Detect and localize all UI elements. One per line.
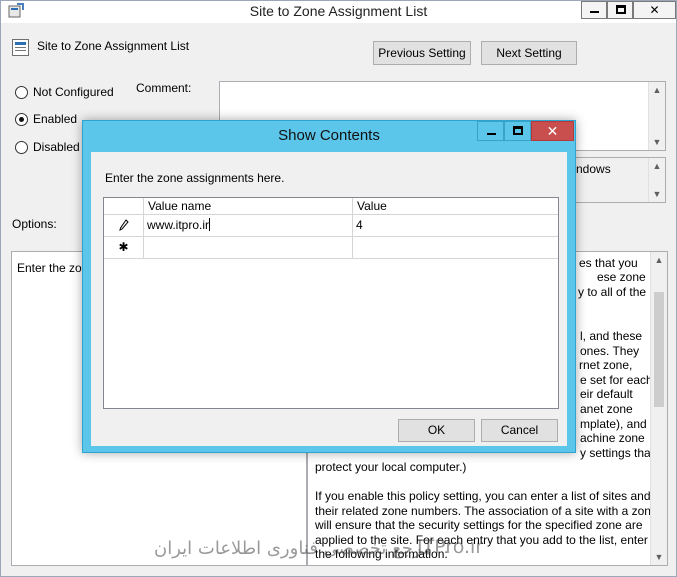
not-configured-label: Not Configured <box>33 85 114 99</box>
help-line: y to all of the <box>578 285 647 299</box>
next-setting-button[interactable]: Next Setting <box>481 41 577 65</box>
supported-on-text: ndows <box>576 162 611 176</box>
main-window: Site to Zone Assignment List ✕ Site to Z… <box>0 0 677 577</box>
close-button[interactable]: ✕ <box>633 1 676 19</box>
help-line: y settings that <box>580 446 655 460</box>
scroll-up-icon[interactable]: ▲ <box>649 158 665 174</box>
help-line: achine zone <box>580 431 645 445</box>
help-line: l, and these <box>580 329 643 343</box>
policy-name-label: Site to Zone Assignment List <box>37 39 190 53</box>
grid-corner-header <box>104 198 144 215</box>
close-icon: ✕ <box>649 3 660 17</box>
scroll-up-icon[interactable]: ▲ <box>649 82 665 98</box>
cancel-button[interactable]: Cancel <box>481 419 558 442</box>
not-configured-radio[interactable] <box>15 86 28 99</box>
enabled-label: Enabled <box>33 112 78 126</box>
previous-setting-button[interactable]: Previous Setting <box>373 41 471 65</box>
supported-scrollbar[interactable]: ▲ ▼ <box>648 158 665 202</box>
help-line: ones. They <box>580 344 640 358</box>
comment-label: Comment: <box>136 81 192 95</box>
text-caret <box>209 218 211 231</box>
row-1-value[interactable]: 4 <box>353 215 558 237</box>
help-line: ese zone <box>597 270 646 284</box>
watermark-latin: ITPro.ir <box>417 536 484 558</box>
enabled-radio[interactable] <box>15 113 28 126</box>
row-1-value-name[interactable]: www.itpro.ir <box>144 215 353 237</box>
dialog-maximize-button[interactable] <box>504 121 531 141</box>
policy-setting-icon <box>12 39 29 56</box>
help-line: rnet zone, <box>579 358 633 372</box>
new-row-value[interactable] <box>353 237 558 259</box>
help-line: their related zone numbers. The associat… <box>315 504 658 518</box>
scroll-thumb[interactable] <box>654 292 664 407</box>
maximize-button[interactable] <box>607 1 633 19</box>
help-line: will ensure that the security settings f… <box>315 518 643 532</box>
options-label: Options: <box>12 217 57 231</box>
close-icon: ✕ <box>546 123 559 139</box>
help-line: protect your local computer.) <box>315 460 467 474</box>
dialog-minimize-button[interactable] <box>477 121 504 141</box>
minimize-icon <box>590 11 599 13</box>
dialog-body: Enter the zone assignments here. Value n… <box>91 152 567 446</box>
minimize-button[interactable] <box>581 1 607 19</box>
disabled-radio[interactable] <box>15 141 28 154</box>
window-title: Site to Zone Assignment List <box>249 3 428 19</box>
ok-button[interactable]: OK <box>398 419 475 442</box>
new-row-asterisk-icon: ✱ <box>104 237 144 259</box>
comment-scrollbar[interactable]: ▲ ▼ <box>648 82 665 150</box>
help-line: If you enable this policy setting, you c… <box>315 489 651 503</box>
help-scrollbar[interactable]: ▲ ▼ <box>650 252 667 565</box>
minimize-icon <box>487 133 496 135</box>
maximize-icon <box>616 5 626 14</box>
maximize-icon <box>513 126 523 135</box>
dialog-close-button[interactable]: ✕ <box>531 121 574 141</box>
value-column-header[interactable]: Value <box>353 198 558 215</box>
help-line: eir default <box>580 387 633 401</box>
watermark-persian: مرجع تخصصی فناوری اطلاعات ایران <box>154 538 433 559</box>
pencil-icon <box>104 215 144 237</box>
scroll-down-icon[interactable]: ▼ <box>649 186 665 202</box>
row-1-value-name-text: www.itpro.ir <box>147 218 210 232</box>
disabled-label: Disabled <box>33 140 80 154</box>
help-line: anet zone <box>580 402 633 416</box>
scroll-down-icon[interactable]: ▼ <box>651 549 667 565</box>
contents-grid[interactable]: Value name Value www.itpro.ir 4 ✱ <box>103 197 559 409</box>
show-contents-dialog: Show Contents ✕ Enter the zone assignmen… <box>82 120 576 453</box>
title-bar: Site to Zone Assignment List ✕ <box>1 1 676 23</box>
options-text: Enter the zon <box>17 261 89 275</box>
help-line: mplate), and <box>580 417 647 431</box>
help-line: es that you <box>579 256 638 270</box>
scroll-down-icon[interactable]: ▼ <box>649 134 665 150</box>
value-name-column-header[interactable]: Value name <box>144 198 353 215</box>
dialog-instruction: Enter the zone assignments here. <box>105 171 285 185</box>
new-row-value-name[interactable] <box>144 237 353 259</box>
scroll-up-icon[interactable]: ▲ <box>651 252 667 268</box>
help-line: e set for each <box>580 373 653 387</box>
